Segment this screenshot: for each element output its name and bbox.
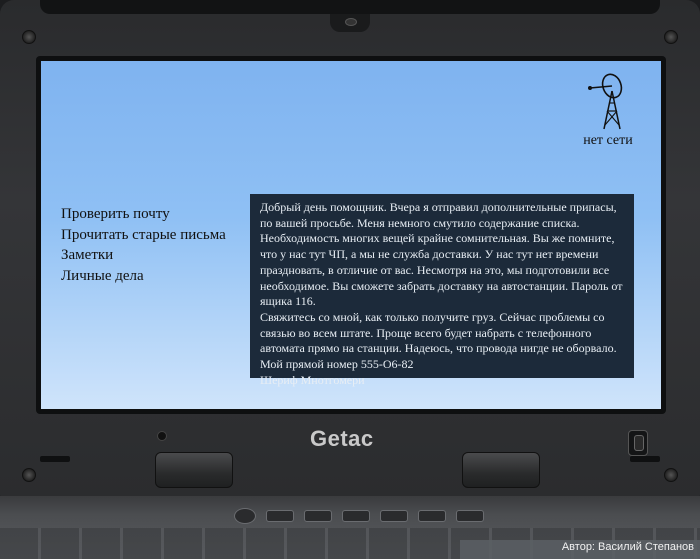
quick-key[interactable] bbox=[342, 510, 370, 522]
quick-key[interactable] bbox=[304, 510, 332, 522]
hinge-left bbox=[155, 452, 233, 488]
fingerprint-reader-icon bbox=[628, 430, 648, 456]
quick-key[interactable] bbox=[456, 510, 484, 522]
hinge-right bbox=[462, 452, 540, 488]
menu-item-read-old-letters[interactable]: Прочитать старые письма bbox=[61, 225, 226, 246]
author-credit: Автор: Василий Степанов bbox=[561, 541, 694, 553]
lid-top-trim bbox=[40, 0, 660, 14]
menu-item-personal-affairs[interactable]: Личные дела bbox=[61, 266, 226, 287]
message-paragraph: Свяжитесь со мной, как только получите г… bbox=[260, 309, 617, 372]
antenna-tower-icon bbox=[588, 73, 623, 130]
screw-icon bbox=[22, 30, 36, 44]
network-status-label: нет сети bbox=[583, 133, 633, 148]
quick-key[interactable] bbox=[266, 510, 294, 522]
network-status: нет сети bbox=[568, 69, 648, 149]
webcam-icon bbox=[330, 14, 370, 32]
message-panel: Добрый день помощник. Вчера я отправил д… bbox=[250, 194, 634, 387]
screen: нет сети Проверить почту Прочитать стары… bbox=[41, 61, 661, 409]
menu-item-notes[interactable]: Заметки bbox=[61, 245, 226, 266]
screw-icon bbox=[22, 468, 36, 482]
brand-logo: Getac bbox=[310, 426, 374, 451]
hinge-slot bbox=[630, 456, 660, 462]
hinge-slot bbox=[40, 456, 70, 462]
quick-keys bbox=[234, 508, 484, 524]
message-paragraph: Добрый день помощник. Вчера я отправил д… bbox=[260, 200, 623, 309]
power-button-icon[interactable] bbox=[234, 508, 256, 524]
main-menu: Проверить почту Прочитать старые письма … bbox=[61, 204, 226, 286]
quick-key[interactable] bbox=[380, 510, 408, 522]
screw-icon bbox=[664, 468, 678, 482]
message-signature: Шериф Мнотгомери bbox=[260, 372, 365, 387]
microphone-icon bbox=[157, 431, 167, 441]
menu-item-check-mail[interactable]: Проверить почту bbox=[61, 204, 226, 225]
quick-key[interactable] bbox=[418, 510, 446, 522]
screw-icon bbox=[664, 30, 678, 44]
